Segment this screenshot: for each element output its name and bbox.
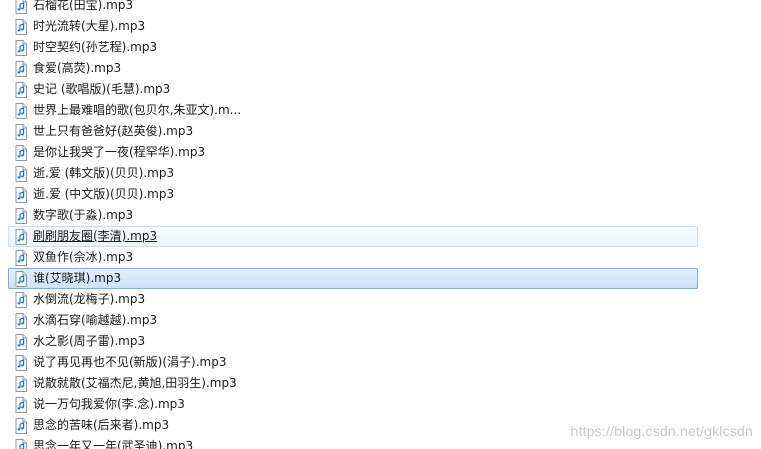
file-name: 食爱(高荧).mp3	[33, 61, 122, 75]
file-name: 谁(艾晓琪).mp3	[33, 271, 122, 285]
audio-file-icon	[15, 354, 27, 371]
file-name: 史记 (歌唱版)(毛慧).mp3	[33, 82, 171, 96]
audio-file-icon	[15, 102, 27, 119]
file-list: 石榴花(田宝).mp3 时光流转(大星).mp3 时空契约(孙艺程).mp3 食爱(高…	[0, 0, 761, 449]
file-name: 数字歌(于淼).mp3	[33, 208, 134, 222]
audio-file-icon	[15, 165, 27, 182]
file-name: 思念一年又一年(武圣迪).mp3	[33, 439, 194, 449]
audio-file-icon	[15, 228, 27, 245]
file-item[interactable]: 逝.爱 (韩文版)(贝贝).mp3	[8, 163, 698, 184]
audio-file-icon	[15, 249, 27, 266]
file-item[interactable]: 是你让我哭了一夜(程罕华).mp3	[8, 142, 698, 163]
audio-file-icon	[15, 312, 27, 329]
file-name: 说散就散(艾福杰尼,黄旭,田羽生).mp3	[33, 376, 237, 390]
file-name: 说一万句我爱你(李.念).mp3	[33, 397, 185, 411]
audio-file-icon	[15, 81, 27, 98]
file-item[interactable]: 水之影(周子雷).mp3	[8, 331, 698, 352]
audio-file-icon	[15, 396, 27, 413]
file-name: 是你让我哭了一夜(程罕华).mp3	[33, 145, 206, 159]
file-item[interactable]: 刷刷朋友圈(李清).mp3	[8, 226, 698, 247]
file-name: 水滴石穿(喻越越).mp3	[33, 313, 158, 327]
audio-file-icon	[15, 207, 27, 224]
file-name: 世上只有爸爸好(赵英俊).mp3	[33, 124, 194, 138]
audio-file-icon	[15, 39, 27, 56]
file-item[interactable]: 说散就散(艾福杰尼,黄旭,田羽生).mp3	[8, 373, 698, 394]
watermark: https://blog.csdn.net/gklcsdn	[570, 423, 753, 439]
file-item[interactable]: 时光流转(大星).mp3	[8, 16, 698, 37]
audio-file-icon	[15, 291, 27, 308]
audio-file-icon	[15, 18, 27, 35]
file-item[interactable]: 时空契约(孙艺程).mp3	[8, 37, 698, 58]
file-name: 水之影(周子雷).mp3	[33, 334, 146, 348]
file-item[interactable]: 说了再见再也不见(新版)(涓子).mp3	[8, 352, 698, 373]
audio-file-icon	[15, 144, 27, 161]
audio-file-icon	[15, 123, 27, 140]
file-name: 石榴花(田宝).mp3	[33, 0, 134, 12]
file-item[interactable]: 石榴花(田宝).mp3	[8, 0, 698, 16]
file-name: 刷刷朋友圈(李清).mp3	[33, 229, 158, 243]
file-name: 水倒流(龙梅子).mp3	[33, 292, 146, 306]
file-item[interactable]: 水倒流(龙梅子).mp3	[8, 289, 698, 310]
audio-file-icon	[15, 186, 27, 203]
audio-file-icon	[15, 270, 27, 287]
file-name: 世界上最难唱的歌(包贝尔,朱亚文).m...	[33, 103, 242, 117]
file-name: 思念的苦味(后来者).mp3	[33, 418, 170, 432]
audio-file-icon	[15, 0, 27, 14]
file-item[interactable]: 食爱(高荧).mp3	[8, 58, 698, 79]
audio-file-icon	[15, 60, 27, 77]
file-item[interactable]: 说一万句我爱你(李.念).mp3	[8, 394, 698, 415]
file-item[interactable]: 世界上最难唱的歌(包贝尔,朱亚文).m...	[8, 100, 698, 121]
file-item[interactable]: 逝.爱 (中文版)(贝贝).mp3	[8, 184, 698, 205]
audio-file-icon	[15, 375, 27, 392]
file-item[interactable]: 谁(艾晓琪).mp3	[8, 268, 698, 289]
file-item[interactable]: 双鱼作(佘冰).mp3	[8, 247, 698, 268]
audio-file-icon	[15, 417, 27, 434]
file-name: 双鱼作(佘冰).mp3	[33, 250, 134, 264]
file-item[interactable]: 世上只有爸爸好(赵英俊).mp3	[8, 121, 698, 142]
file-item[interactable]: 水滴石穿(喻越越).mp3	[8, 310, 698, 331]
audio-file-icon	[15, 438, 27, 449]
file-item[interactable]: 史记 (歌唱版)(毛慧).mp3	[8, 79, 698, 100]
file-name: 时空契约(孙艺程).mp3	[33, 40, 158, 54]
file-name: 时光流转(大星).mp3	[33, 19, 146, 33]
file-name: 逝.爱 (韩文版)(贝贝).mp3	[33, 166, 175, 180]
file-name: 逝.爱 (中文版)(贝贝).mp3	[33, 187, 175, 201]
file-item[interactable]: 数字歌(于淼).mp3	[8, 205, 698, 226]
audio-file-icon	[15, 333, 27, 350]
file-name: 说了再见再也不见(新版)(涓子).mp3	[33, 355, 227, 369]
